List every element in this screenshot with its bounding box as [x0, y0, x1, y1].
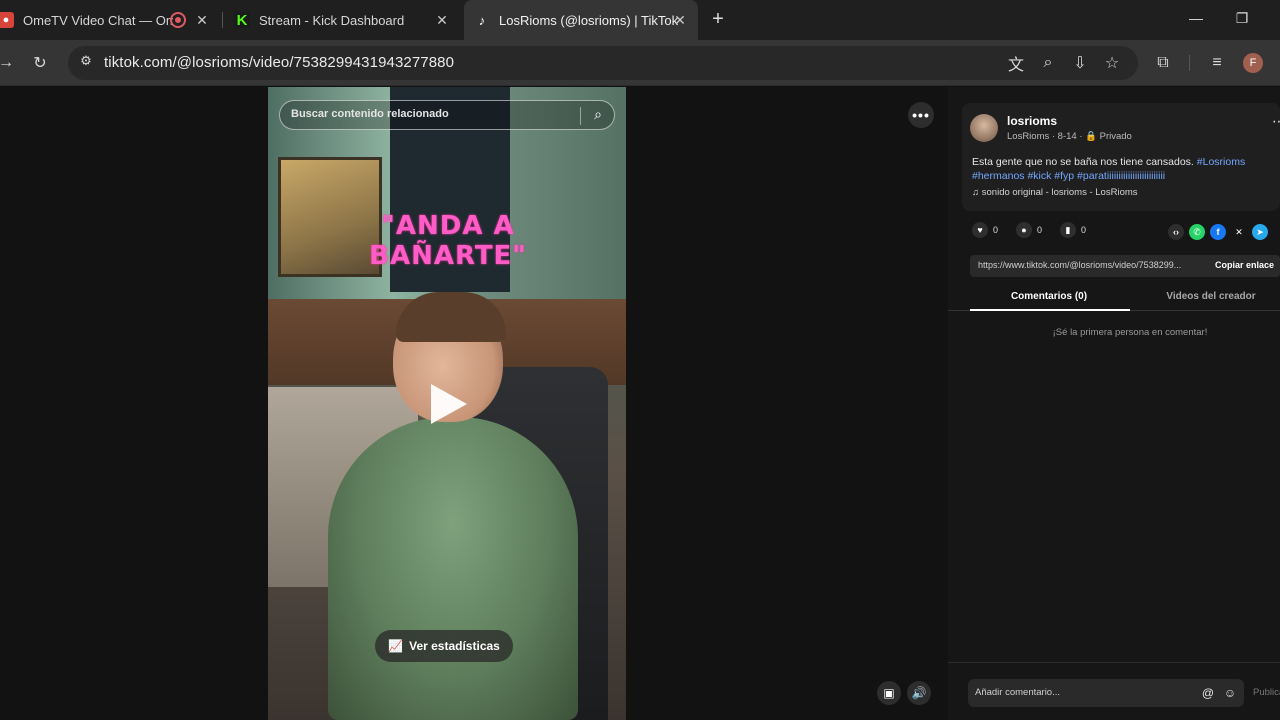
tiktok-icon: ♪ — [478, 12, 486, 28]
install-app-icon[interactable]: ⇩ — [1070, 53, 1090, 73]
close-icon[interactable]: ✕ — [194, 12, 210, 28]
post-meta: LosRioms · 8-14 · 🔒 Privado — [1007, 131, 1132, 142]
zoom-icon[interactable]: ⌕ — [1038, 53, 1058, 73]
chart-icon: 📈 — [388, 639, 404, 653]
empty-comments-message: ¡Sé la primera persona en comentar! — [1052, 327, 1208, 338]
tab-title: LosRioms (@losrioms) | TikTok — [499, 12, 679, 28]
tab-title: Stream - Kick Dashboard — [259, 12, 405, 28]
tab-comments[interactable]: Comentarios (0) — [966, 291, 1132, 302]
panel-tabs: Comentarios (0) Videos del creador — [948, 287, 1280, 311]
translate-icon[interactable]: 文 — [1006, 53, 1026, 74]
search-placeholder: Buscar contenido relacionado — [291, 108, 449, 120]
search-icon[interactable]: ⌕ — [588, 106, 608, 126]
username[interactable]: losrioms — [1007, 114, 1057, 128]
avatar[interactable] — [970, 114, 998, 142]
ometv-icon: ● — [0, 12, 14, 28]
save-count: 0 — [1081, 225, 1087, 235]
emoji-icon[interactable]: ☺ — [1222, 685, 1238, 701]
tiktok-page: "ANDA A BAÑARTE" Buscar contenido relaci… — [0, 87, 1280, 720]
video-caption-overlay: "ANDA A BAÑARTE" — [369, 211, 527, 271]
minimize-icon[interactable]: — — [1186, 10, 1206, 30]
facebook-icon[interactable]: f — [1210, 224, 1226, 240]
recording-icon — [170, 12, 186, 28]
x-icon[interactable]: ✕ — [1231, 224, 1247, 240]
reload-icon[interactable]: ↻ — [30, 53, 50, 73]
bookmark-icon: ▮ — [1060, 222, 1076, 238]
extensions-icon[interactable]: ⧉ — [1153, 53, 1173, 73]
restore-icon[interactable]: ❐ — [1232, 10, 1252, 30]
tab-tiktok[interactable]: ♪ LosRioms (@losrioms) | TikTok ✕ — [464, 0, 698, 40]
kick-icon: K — [234, 12, 250, 29]
tab-ometv[interactable]: ● OmeTV Video Chat — Ome ✕ — [0, 0, 218, 40]
post-comment-button[interactable]: Publicar — [1253, 687, 1280, 698]
description-text: Esta gente que no se baña nos tiene cans… — [972, 156, 1197, 168]
embed-icon[interactable]: ‹› — [1168, 224, 1184, 240]
close-icon[interactable]: ✕ — [672, 12, 688, 28]
tab-title: OmeTV Video Chat — Ome — [23, 12, 173, 28]
like-button[interactable]: ♥ 0 — [972, 222, 998, 238]
comment-input[interactable]: Añadir comentario... @ ☺ — [968, 679, 1244, 707]
close-icon[interactable]: ✕ — [434, 12, 450, 28]
share-link-box: https://www.tiktok.com/@losrioms/video/7… — [970, 255, 1280, 277]
comment-icon: ● — [1016, 222, 1032, 238]
stats-label: Ver estadísticas — [409, 639, 500, 653]
details-panel: losrioms LosRioms · 8-14 · 🔒 Privado ⋯ E… — [948, 87, 1280, 720]
profile-avatar[interactable]: F — [1243, 53, 1263, 73]
active-tab-indicator — [970, 309, 1130, 311]
video-player[interactable]: "ANDA A BAÑARTE" Buscar contenido relaci… — [268, 87, 626, 720]
volume-icon[interactable]: 🔊 — [907, 681, 931, 705]
bookmark-star-icon[interactable]: ☆ — [1102, 53, 1122, 73]
post-info-card: losrioms LosRioms · 8-14 · 🔒 Privado ⋯ E… — [962, 103, 1280, 211]
search-divider — [580, 107, 581, 125]
telegram-icon[interactable]: ➤ — [1252, 224, 1268, 240]
tab-separator — [222, 12, 223, 28]
more-options-button[interactable]: ••• — [908, 102, 934, 128]
save-button[interactable]: ▮ 0 — [1060, 222, 1086, 238]
sound-link[interactable]: ♫ sonido original - losrioms - LosRioms — [972, 187, 1138, 198]
mention-icon[interactable]: @ — [1200, 685, 1216, 701]
share-link-text[interactable]: https://www.tiktok.com/@losrioms/video/7… — [978, 260, 1181, 270]
toolbar-divider — [1189, 55, 1190, 71]
address-bar[interactable]: ⚙ tiktok.com/@losrioms/video/75382994319… — [68, 46, 1138, 80]
like-count: 0 — [993, 225, 999, 235]
forward-icon[interactable]: → — [0, 53, 16, 73]
whatsapp-icon[interactable]: ✆ — [1189, 224, 1205, 240]
tab-creator-videos[interactable]: Videos del creador — [1128, 291, 1280, 302]
copy-link-button[interactable]: Copiar enlace — [1215, 260, 1274, 270]
media-controls-icon[interactable]: ≡ — [1207, 53, 1227, 73]
tab-strip: ● OmeTV Video Chat — Ome ✕ K Stream - Ki… — [0, 0, 1280, 40]
comment-button[interactable]: ● 0 — [1016, 222, 1042, 238]
related-search-input[interactable]: Buscar contenido relacionado ⌕ — [279, 100, 615, 130]
picture-in-picture-icon[interactable]: ▣ — [877, 681, 901, 705]
post-description: Esta gente que no se baña nos tiene cans… — [972, 155, 1272, 183]
site-settings-icon[interactable]: ⚙ — [76, 53, 96, 73]
play-icon[interactable] — [431, 384, 467, 424]
comment-bar: Añadir comentario... @ ☺ Publicar — [948, 662, 1280, 720]
hashtag-link[interactable]: #Losrioms — [1197, 156, 1245, 168]
comment-count: 0 — [1037, 225, 1043, 235]
video-frame — [328, 417, 578, 720]
view-stats-button[interactable]: 📈 Ver estadísticas — [375, 630, 513, 662]
tab-kick[interactable]: K Stream - Kick Dashboard ✕ — [230, 0, 460, 40]
heart-icon: ♥ — [972, 222, 988, 238]
more-icon[interactable]: ⋯ — [1272, 113, 1280, 130]
url-text: tiktok.com/@losrioms/video/7538299431943… — [104, 54, 455, 71]
new-tab-button[interactable]: + — [708, 9, 728, 30]
comment-placeholder: Añadir comentario... — [975, 687, 1061, 698]
browser-toolbar: → ↻ ⚙ tiktok.com/@losrioms/video/7538299… — [0, 40, 1280, 86]
hashtag-links[interactable]: #hermanos #kick #fyp #paratiiiiiiiiiiiii… — [972, 170, 1165, 182]
